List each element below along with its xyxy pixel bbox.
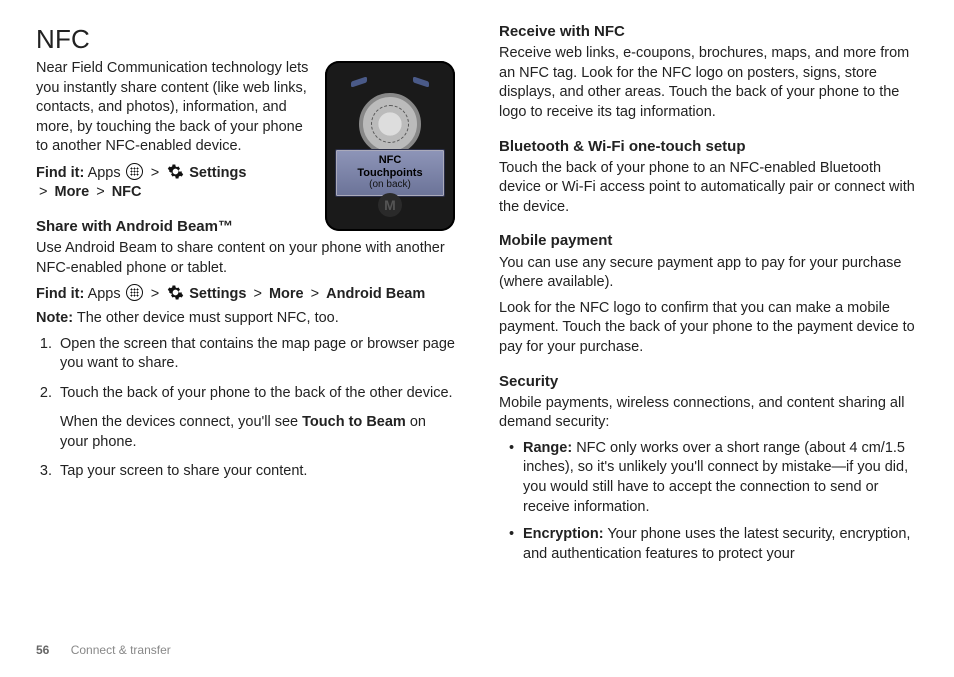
note-line: Note: The other device must support NFC,… [36,309,455,329]
step-1: Open the screen that contains the map pa… [56,335,455,374]
security-range: Range: NFC only works over a short range… [513,439,918,517]
apps-icon [126,163,143,180]
page-footer: 56 Connect & transfer [36,643,171,657]
step-2: Touch the back of your phone to the back… [56,384,455,453]
heading-mobile-payment: Mobile payment [499,231,918,251]
receive-text: Receive web links, e-coupons, brochures,… [499,44,918,122]
steps-list: Open the screen that contains the map pa… [36,335,455,482]
bt-wifi-text: Touch the back of your phone to an NFC-e… [499,159,918,218]
camera-ring-icon [359,93,421,155]
nfc-touchpoint-label: NFC Touchpoints (on back) [335,149,445,197]
section-name: Connect & transfer [71,643,171,657]
left-column: NFC NFC Touchpoints (on back) M Near Fie… [36,22,455,572]
security-list: Range: NFC only works over a short range… [499,439,918,564]
security-encryption: Encryption: Your phone uses the latest s… [513,525,918,564]
security-intro: Mobile payments, wireless connections, a… [499,394,918,433]
find-it-path-2: Find it: Apps > Settings > More > Androi… [36,284,455,305]
beam-intro: Use Android Beam to share content on you… [36,239,455,278]
payment-text-1: You can use any secure payment app to pa… [499,254,918,293]
heading-bt-wifi: Bluetooth & Wi-Fi one-touch setup [499,137,918,157]
apps-icon [126,284,143,301]
phone-illustration: NFC Touchpoints (on back) M [325,61,455,231]
gear-icon [167,284,184,301]
page-title: NFC [36,22,455,57]
step-3: Tap your screen to share your content. [56,462,455,482]
payment-text-2: Look for the NFC logo to confirm that yo… [499,299,918,358]
heading-security: Security [499,372,918,392]
right-column: Receive with NFC Receive web links, e-co… [499,22,918,572]
motorola-logo-icon: M [378,193,402,217]
gear-icon [167,163,184,180]
heading-receive: Receive with NFC [499,22,918,42]
page-number: 56 [36,643,49,657]
